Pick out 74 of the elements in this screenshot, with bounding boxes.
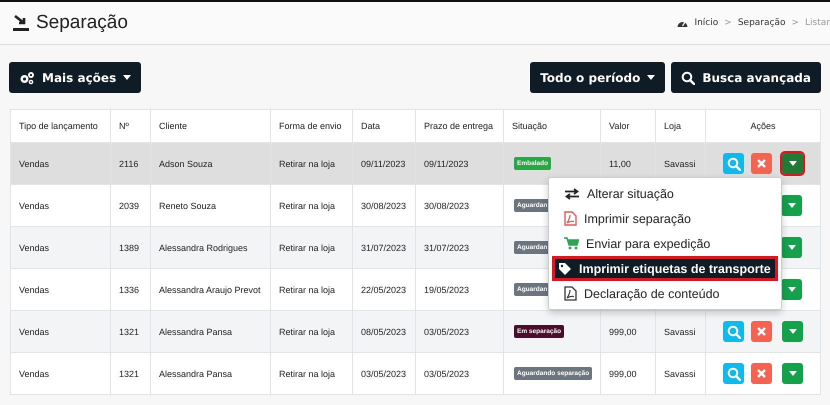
pdf-file-icon: [564, 211, 577, 226]
table-cell: 2116: [110, 142, 150, 184]
search-icon: [726, 156, 740, 170]
table-cell: 999,00: [600, 310, 656, 352]
table-cell: 1389: [110, 226, 150, 268]
menu-item[interactable]: Imprimir etiquetas de transporte: [552, 256, 778, 281]
breadcrumb-link[interactable]: Início: [694, 18, 718, 28]
close-icon: [757, 369, 766, 378]
search-icon: [681, 70, 696, 84]
delete-button[interactable]: [751, 321, 772, 342]
table-cell: Alessandra Pansa: [150, 310, 270, 352]
table-cell: Alessandra Pansa: [150, 352, 270, 394]
delete-button[interactable]: [751, 153, 772, 174]
table-cell: Vendas: [10, 142, 110, 184]
table-cell: 31/07/2023: [352, 226, 416, 268]
toolbar-button[interactable]: Todo o período: [530, 62, 666, 93]
table-cell: 03/05/2023: [416, 310, 504, 352]
table-cell: 09/11/2023: [352, 142, 416, 184]
table-cell: Retirar na loja: [270, 352, 352, 394]
table-cell: 1321: [110, 352, 150, 394]
search-icon: [726, 324, 740, 338]
close-icon: [757, 327, 766, 336]
page-title: Separação: [36, 12, 128, 34]
caret-icon: [788, 245, 796, 250]
dropdown-button[interactable]: [782, 153, 803, 174]
caret-icon: [788, 371, 796, 376]
toolbar-button[interactable]: Busca avançada: [671, 62, 821, 93]
table-cell: Adson Souza: [150, 142, 270, 184]
table-cell: Vendas: [10, 226, 110, 268]
dropdown-button[interactable]: [782, 363, 803, 384]
toolbar-button[interactable]: Mais ações: [9, 62, 142, 93]
table-cell: Savassi: [656, 352, 706, 394]
table-cell: 1321: [110, 310, 150, 352]
close-icon: [757, 159, 766, 168]
search-button[interactable]: [723, 363, 744, 384]
table-cell: 08/05/2023: [352, 310, 416, 352]
dropdown-button[interactable]: [782, 321, 803, 342]
swap-arrows-icon: [564, 188, 580, 200]
delete-button[interactable]: [751, 363, 772, 384]
table-cell: Retirar na loja: [270, 226, 352, 268]
gears-icon: [19, 70, 35, 84]
unload-icon: [12, 14, 30, 32]
search-icon: [726, 366, 740, 380]
breadcrumb-separator: >: [792, 18, 800, 28]
search-button[interactable]: [723, 321, 744, 342]
cart-icon: [564, 237, 579, 250]
table-cell: 09/11/2023: [416, 142, 504, 184]
dropdown-button[interactable]: [781, 195, 802, 216]
menu-item[interactable]: Enviar para expedição: [549, 231, 781, 256]
caret-icon: [788, 287, 796, 292]
pdf-file-icon: [564, 286, 577, 301]
table-cell: 03/05/2023: [416, 352, 504, 394]
menu-item[interactable]: Declaração de conteúdo: [549, 281, 781, 306]
table-cell: Retirar na loja: [270, 310, 352, 352]
table-cell: Savassi: [656, 310, 706, 352]
column-header: Tipo de lançamento: [10, 110, 110, 142]
table-cell: Vendas: [10, 310, 110, 352]
search-button[interactable]: [723, 153, 744, 174]
table-cell: 03/05/2023: [352, 352, 416, 394]
menu-item[interactable]: Imprimir separação: [549, 206, 781, 231]
tag-icon: [558, 262, 572, 276]
table-cell: 999,00: [600, 352, 656, 394]
dropdown-button[interactable]: [781, 279, 802, 300]
table-cell: Vendas: [10, 352, 110, 394]
breadcrumb-link[interactable]: Separação: [738, 18, 786, 28]
breadcrumb-separator: >: [724, 18, 732, 28]
table-cell: Alessandra Rodrigues: [150, 226, 270, 268]
dropdown-button[interactable]: [781, 237, 802, 258]
caret-icon: [788, 329, 796, 334]
caret-icon: [788, 203, 796, 208]
breadcrumb-current: Listar: [805, 18, 830, 28]
table-cell: 31/07/2023: [416, 226, 504, 268]
table-cell: Retirar na loja: [270, 142, 352, 184]
caret-icon: [788, 161, 796, 166]
